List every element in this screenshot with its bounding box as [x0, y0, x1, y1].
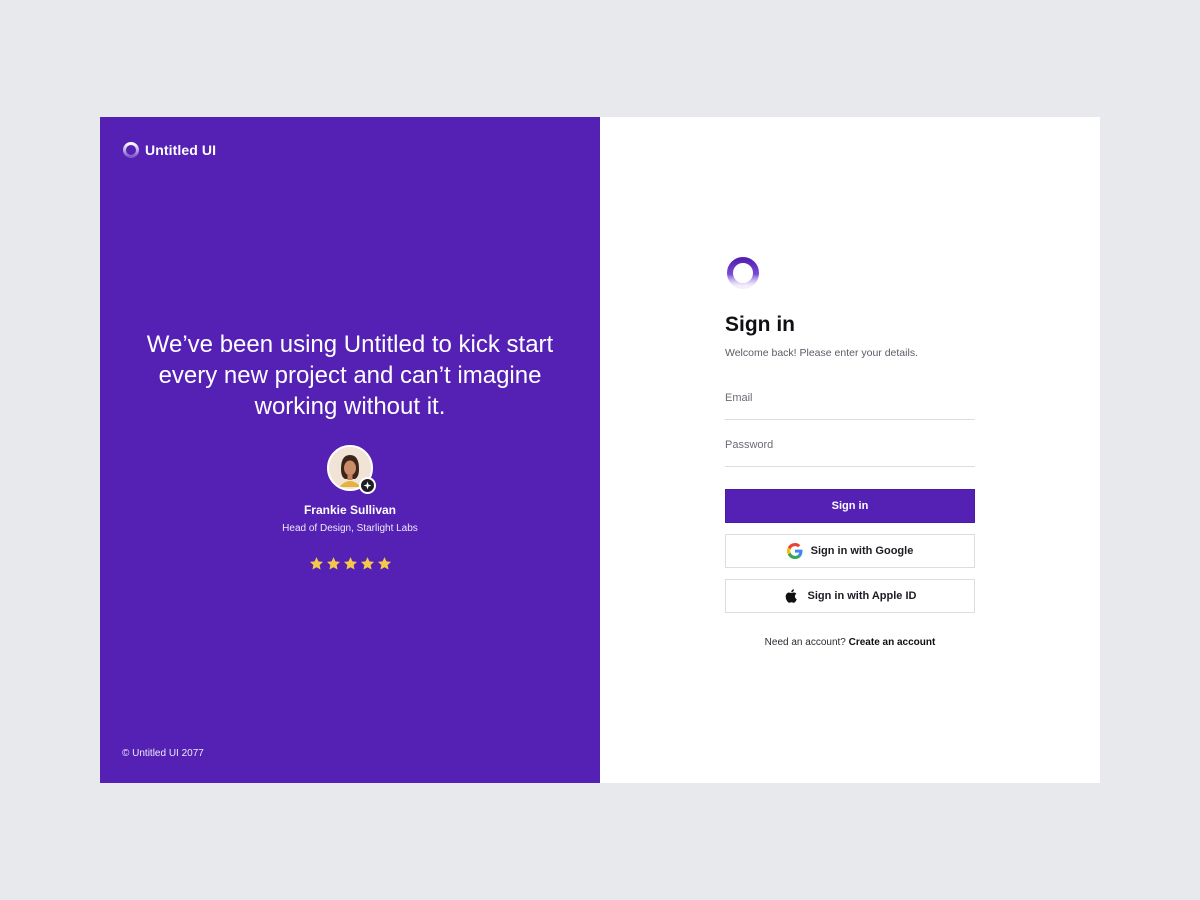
password-field-wrapper	[725, 431, 975, 467]
ring-logo-icon	[727, 257, 759, 289]
testimonial-panel: Untitled UI We’ve been using Untitled to…	[100, 117, 600, 783]
star-icon	[343, 557, 357, 570]
email-field[interactable]	[725, 384, 975, 404]
verified-badge-icon	[359, 477, 376, 494]
brand-name: Untitled UI	[145, 142, 217, 158]
author-role: Head of Design, Starlight Labs	[282, 523, 418, 534]
apple-icon	[785, 589, 797, 603]
password-field[interactable]	[725, 431, 975, 451]
star-rating	[309, 556, 392, 571]
brand[interactable]: Untitled UI	[122, 141, 216, 159]
email-field-wrapper	[725, 384, 975, 420]
testimonial-quote: We’ve been using Untitled to kick start …	[146, 331, 554, 420]
author-name: Frankie Sullivan	[303, 503, 397, 517]
star-icon	[377, 557, 391, 570]
copyright: © Untitled UI 2077	[122, 748, 204, 759]
star-icon	[326, 557, 340, 570]
ring-logo-icon	[123, 142, 139, 158]
apple-signin-label: Sign in with Apple ID	[807, 590, 917, 602]
create-account-link[interactable]: Create an account	[849, 637, 936, 648]
signup-prompt: Need an account?	[764, 637, 846, 648]
apple-signin-button[interactable]: Sign in with Apple ID	[725, 579, 975, 613]
signin-form: Sign in Welcome back! Please enter your …	[725, 255, 975, 648]
signin-button-label: Sign in	[831, 500, 869, 512]
google-icon	[786, 543, 803, 559]
signin-title: Sign in	[725, 313, 795, 336]
signin-subtitle: Welcome back! Please enter your details.	[725, 347, 918, 359]
star-icon	[360, 557, 374, 570]
google-signin-button[interactable]: Sign in with Google	[725, 534, 975, 568]
star-icon	[309, 557, 323, 570]
testimonial: We’ve been using Untitled to kick start …	[100, 329, 600, 571]
signin-button[interactable]: Sign in	[725, 489, 975, 523]
auth-frame: Untitled UI We’ve been using Untitled to…	[100, 117, 1100, 783]
signin-panel: Sign in Welcome back! Please enter your …	[600, 117, 1100, 783]
google-signin-label: Sign in with Google	[810, 545, 914, 557]
avatar	[327, 445, 376, 494]
signup-prompt-row: Need an account? Create an account	[725, 637, 975, 648]
